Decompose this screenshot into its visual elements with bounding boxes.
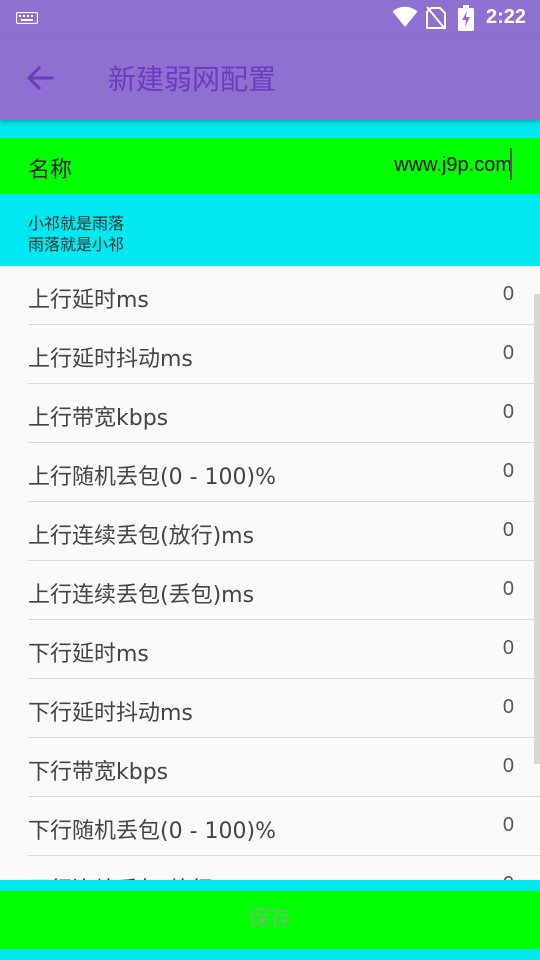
- setting-row-uplink-jitter[interactable]: 上行延时抖动ms 0: [28, 325, 540, 384]
- setting-row-uplink-burst-drop[interactable]: 上行连续丢包(丢包)ms 0: [28, 561, 540, 620]
- description-line-2: 雨落就是小祁: [28, 235, 125, 254]
- setting-value[interactable]: 0: [503, 519, 514, 542]
- status-bar: 2:22: [0, 0, 540, 36]
- setting-row-uplink-burst-pass[interactable]: 上行连续丢包(放行)ms 0: [28, 502, 540, 561]
- setting-value[interactable]: 0: [503, 637, 514, 660]
- no-sim-icon: [426, 6, 446, 30]
- name-field-value[interactable]: www.j9p.com: [394, 154, 512, 177]
- setting-row-uplink-bandwidth[interactable]: 上行带宽kbps 0: [28, 384, 540, 443]
- setting-value[interactable]: 0: [503, 578, 514, 601]
- setting-label: 下行连续丢包(放行): [28, 872, 221, 880]
- name-field[interactable]: 名称 www.j9p.com: [0, 138, 540, 194]
- setting-row-downlink-random-loss[interactable]: 下行随机丢包(0 - 100)% 0: [28, 797, 540, 856]
- setting-label: 下行延时抖动ms: [28, 701, 193, 726]
- description-block: 小祁就是雨落 雨落就是小祁: [0, 194, 540, 266]
- setting-label: 上行带宽kbps: [28, 406, 169, 431]
- scrollbar[interactable]: [534, 294, 540, 764]
- setting-value[interactable]: 0: [503, 755, 514, 778]
- app-bar: 新建弱网配置: [0, 36, 540, 120]
- setting-label: 下行随机丢包(0 - 100)%: [28, 819, 276, 844]
- name-field-label: 名称: [28, 158, 73, 183]
- setting-row-downlink-bandwidth[interactable]: 下行带宽kbps 0: [28, 738, 540, 797]
- setting-label: 上行延时ms: [28, 288, 149, 313]
- setting-row-uplink-delay[interactable]: 上行延时ms 0: [28, 266, 540, 325]
- text-cursor: [510, 148, 512, 180]
- setting-label: 上行连续丢包(放行)ms: [28, 524, 255, 549]
- setting-row-uplink-random-loss[interactable]: 上行随机丢包(0 - 100)% 0: [28, 443, 540, 502]
- wifi-icon: [392, 6, 418, 28]
- page-title: 新建弱网配置: [108, 63, 277, 96]
- setting-value[interactable]: 0: [503, 814, 514, 837]
- setting-value[interactable]: 0: [503, 401, 514, 424]
- setting-label: 上行随机丢包(0 - 100)%: [28, 465, 276, 490]
- battery-charging-icon: [458, 5, 474, 31]
- setting-label: 上行连续丢包(丢包)ms: [28, 583, 255, 608]
- setting-label: 下行带宽kbps: [28, 760, 169, 785]
- setting-value[interactable]: 0: [503, 460, 514, 483]
- setting-value[interactable]: 0: [503, 283, 514, 306]
- setting-label: 上行延时抖动ms: [28, 347, 193, 372]
- save-button[interactable]: 保存: [0, 891, 540, 949]
- setting-value[interactable]: 0: [503, 873, 514, 880]
- clock: 2:22: [486, 6, 527, 28]
- setting-row-downlink-burst-pass[interactable]: 下行连续丢包(放行) 0: [28, 856, 540, 880]
- setting-row-downlink-delay[interactable]: 下行延时ms 0: [28, 620, 540, 679]
- setting-value[interactable]: 0: [503, 696, 514, 719]
- setting-value[interactable]: 0: [503, 342, 514, 365]
- setting-row-downlink-jitter[interactable]: 下行延时抖动ms 0: [28, 679, 540, 738]
- setting-label: 下行延时ms: [28, 642, 149, 667]
- keyboard-icon: [16, 12, 38, 24]
- arrow-left-icon[interactable]: [22, 60, 58, 96]
- settings-list[interactable]: 上行延时ms 0 上行延时抖动ms 0 上行带宽kbps 0 上行随机丢包(0 …: [0, 266, 540, 880]
